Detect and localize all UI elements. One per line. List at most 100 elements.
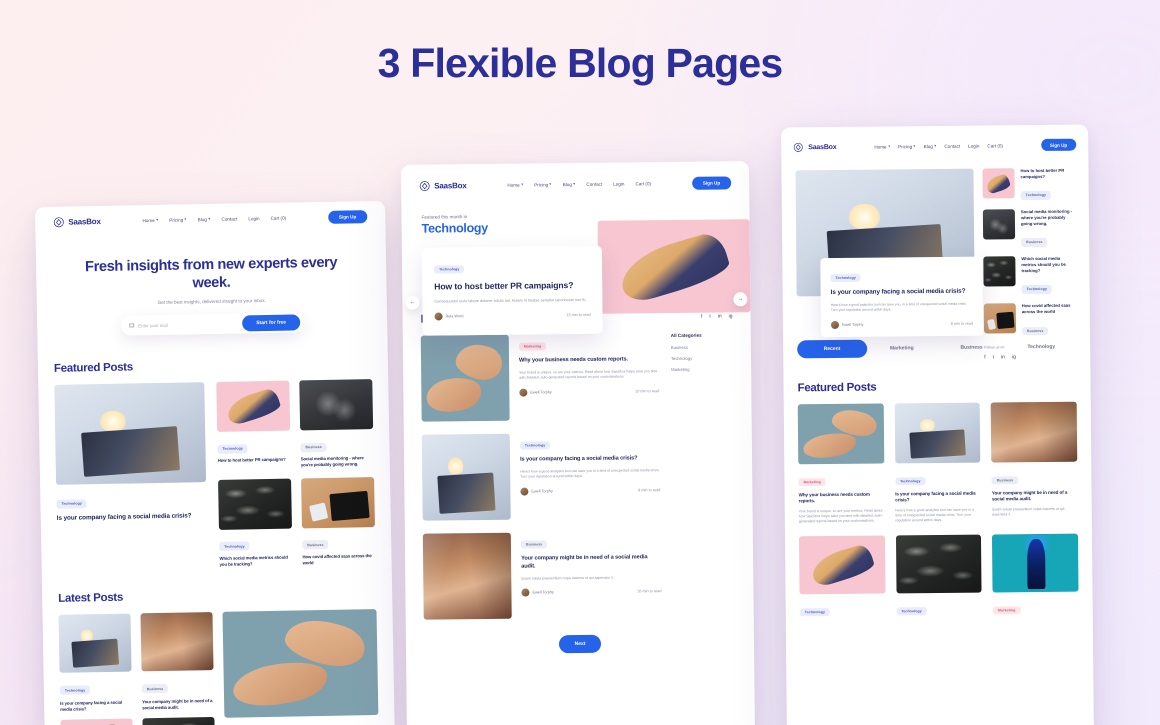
featured-side-card[interactable]: Business Social media monitoring - where… [299, 379, 374, 469]
post-tag[interactable]: Business [300, 443, 327, 453]
post-title[interactable]: Your company might be in need of a socia… [992, 490, 1078, 504]
post-title[interactable]: Which social media metrics should you be… [1021, 256, 1075, 274]
post-tag[interactable]: Technology [59, 685, 91, 695]
nav-link-login[interactable]: Login [968, 143, 979, 148]
facebook-icon[interactable]: f [984, 354, 985, 360]
post-tag[interactable]: Technology [217, 444, 248, 454]
sidebar-post-item[interactable]: Social media monitoring - where you're p… [982, 209, 1075, 249]
post-tag[interactable]: Business [991, 476, 1019, 485]
post-title[interactable]: How covid affected saas across the world [1022, 303, 1076, 315]
post-tag[interactable]: Technology [1021, 285, 1053, 294]
post-title[interactable]: Why your business needs custom reports. [799, 492, 885, 506]
blog-mockup-panel-3[interactable]: SaasBox Home Pricing Blog Contact Login … [781, 124, 1094, 725]
post-card[interactable]: Technology [895, 534, 982, 618]
featured-side-card[interactable]: Business How covid affected saas across … [301, 476, 376, 566]
post-tag[interactable]: Business [302, 540, 329, 550]
tab-marketing[interactable]: Marketing [867, 339, 937, 358]
nav-link-blog[interactable]: Blog [198, 216, 211, 222]
post-tag[interactable]: Marketing [798, 477, 826, 487]
post-tag[interactable]: Marketing [518, 342, 547, 351]
post-title[interactable]: How covid affected saas across the world [302, 553, 375, 566]
brand-logo[interactable]: SaasBox [419, 180, 467, 191]
category-item-technology[interactable]: Technology [671, 355, 733, 361]
facebook-icon[interactable]: f [701, 314, 702, 320]
post-tag[interactable]: Business [1021, 326, 1049, 336]
nav-link-home[interactable]: Home [142, 217, 159, 223]
email-input[interactable]: Enter your mail [138, 321, 242, 329]
post-title[interactable]: Your company might be in need of a socia… [142, 698, 214, 712]
signup-button[interactable]: Sign Up [1040, 138, 1077, 151]
post-title[interactable]: How to host better PR campaigns? [1020, 168, 1074, 180]
post-card[interactable]: Technology [798, 535, 886, 619]
nav-link-contact[interactable]: Contact [221, 216, 237, 221]
blog-mockup-panel-1[interactable]: SaasBox Home Pricing Blog Contact Login … [35, 200, 395, 725]
post-card[interactable]: Marketing Why your business needs custom… [797, 403, 885, 525]
linkedin-icon[interactable]: in [718, 313, 722, 319]
signup-button[interactable]: Sign Up [691, 175, 732, 190]
nav-link-cart[interactable]: Cart (0) [635, 181, 651, 186]
category-item-marketing[interactable]: Marketing [671, 366, 733, 372]
nav-link-login[interactable]: Login [613, 181, 624, 186]
latest-card[interactable]: Technology Is your company facing a soci… [58, 613, 134, 725]
post-row[interactable]: Marketing Why your business needs custom… [420, 333, 660, 422]
featured-side-card[interactable]: Technology How to host better PR campaig… [216, 381, 291, 470]
brand-logo[interactable]: SaasBox [793, 141, 836, 152]
post-title[interactable]: Your company might be in need of a socia… [521, 554, 661, 571]
post-tag[interactable]: Technology [219, 541, 250, 551]
carousel-prev-arrow-icon[interactable]: ← [405, 295, 420, 310]
nav-link-home[interactable]: Home [507, 182, 524, 187]
brand-logo[interactable]: SaasBox [53, 216, 101, 228]
latest-card[interactable] [222, 608, 379, 725]
instagram-icon[interactable]: ig [729, 313, 733, 319]
latest-card[interactable]: Business Your company might be in need o… [140, 611, 216, 725]
post-title[interactable]: Social media monitoring - where you're p… [1021, 209, 1075, 227]
post-tag[interactable]: Marketing [992, 606, 1021, 615]
post-title[interactable]: Which social media metrics should you be… [219, 554, 292, 567]
signup-button[interactable]: Sign Up [327, 209, 368, 224]
post-title[interactable]: How to host better PR campaigns? [434, 280, 590, 293]
nav-link-contact[interactable]: Contact [944, 143, 960, 148]
sidebar-post-item[interactable]: How to host better PR campaigns? Technol… [982, 168, 1074, 202]
featured-main-card[interactable]: Technology Is your company facing a soci… [54, 382, 207, 571]
twitter-icon[interactable]: t [993, 354, 994, 360]
post-card[interactable]: Business Your company might be in need o… [991, 401, 1078, 523]
post-card[interactable]: Marketing [992, 533, 1079, 617]
nav-link-blog[interactable]: Blog [924, 143, 937, 149]
nav-link-blog[interactable]: Blog [563, 182, 576, 187]
post-tag[interactable]: Business [1021, 238, 1048, 247]
post-tag[interactable]: Technology [799, 607, 831, 617]
tab-recent[interactable]: Recent [797, 339, 868, 359]
post-title[interactable]: Is your company facing a social media cr… [60, 699, 132, 713]
nav-link-home[interactable]: Home [874, 144, 891, 149]
nav-link-cart[interactable]: Cart (0) [987, 143, 1003, 148]
post-title[interactable]: Social media monitoring - where you're p… [301, 456, 374, 469]
hero-post-card[interactable]: Technology How to host better PR campaig… [421, 245, 603, 336]
instagram-icon[interactable]: ig [1012, 354, 1016, 360]
post-tag[interactable]: Technology [56, 499, 87, 509]
sidebar-post-item[interactable]: How covid affected saas across the world… [983, 303, 1076, 337]
carousel-next-arrow-icon[interactable]: → [733, 292, 748, 307]
nav-link-login[interactable]: Login [248, 216, 259, 221]
next-page-button[interactable]: Next [558, 634, 602, 654]
sidebar-post-item[interactable]: Which social media metrics should you be… [983, 256, 1075, 296]
post-tag[interactable]: Technology [1020, 191, 1052, 200]
start-for-free-button[interactable]: Start for free [242, 314, 301, 332]
linkedin-icon[interactable]: in [1001, 354, 1005, 360]
post-title[interactable]: Why your business needs custom reports. [519, 356, 659, 365]
post-tag[interactable]: Technology [519, 441, 551, 450]
post-tag[interactable]: Business [520, 540, 548, 549]
post-row[interactable]: Business Your company might be in need o… [422, 531, 662, 620]
category-item-business[interactable]: Business [671, 344, 733, 350]
post-tag[interactable]: Technology [896, 606, 927, 616]
post-title[interactable]: Is your company facing a social media cr… [57, 513, 207, 525]
featured-side-card[interactable]: Technology Which social media metrics sh… [218, 478, 293, 567]
post-row[interactable]: Technology Is your company facing a soci… [421, 432, 661, 521]
twitter-icon[interactable]: t [709, 314, 710, 320]
hero-post-card[interactable]: Technology Is your company facing a soci… [820, 256, 984, 337]
post-card[interactable]: Technology Is your company facing a soci… [894, 402, 981, 524]
post-tag[interactable]: Business [141, 684, 169, 694]
nav-link-pricing[interactable]: Pricing [169, 217, 187, 222]
subscribe-form[interactable]: Enter your mail Start for free [121, 312, 304, 337]
nav-link-contact[interactable]: Contact [586, 181, 602, 186]
post-title[interactable]: Is your company facing a social media cr… [831, 288, 973, 298]
